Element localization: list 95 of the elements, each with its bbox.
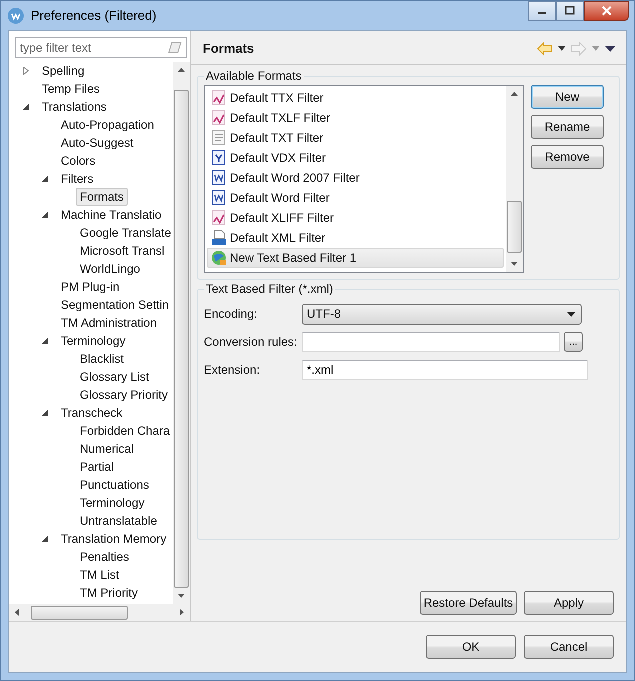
- apply-button[interactable]: Apply: [524, 591, 614, 615]
- tree-item[interactable]: TM Priority: [76, 584, 142, 602]
- tree-item[interactable]: Translations: [38, 98, 111, 116]
- tree-item[interactable]: Colors: [57, 152, 100, 170]
- input-field[interactable]: *.xml: [302, 360, 588, 380]
- caret-icon[interactable]: [558, 46, 566, 51]
- tree-item[interactable]: Punctuations: [76, 476, 154, 494]
- tree-item[interactable]: Penalties: [76, 548, 134, 566]
- list-item[interactable]: Default TTX Filter: [207, 88, 504, 108]
- minimize-button[interactable]: [528, 1, 556, 21]
- group-title: Available Formats: [205, 69, 303, 83]
- input-field[interactable]: [302, 332, 560, 352]
- tree-item[interactable]: Numerical: [76, 440, 138, 458]
- file-icon: [211, 190, 227, 206]
- group-title: Text Based Filter (*.xml): [205, 282, 334, 296]
- tree-item[interactable]: Glossary Priority: [76, 386, 172, 404]
- tree-item[interactable]: PM Plug-in: [57, 278, 124, 296]
- file-icon: [211, 170, 227, 186]
- button[interactable]: Remove: [531, 145, 604, 169]
- tree-item[interactable]: Auto-Propagation: [57, 116, 158, 134]
- tree-item[interactable]: Partial: [76, 458, 118, 476]
- tree-item[interactable]: Formats: [76, 188, 128, 206]
- scroll-thumb[interactable]: [507, 201, 522, 253]
- down-arrow-icon[interactable]: [178, 594, 185, 598]
- caret-icon: [567, 312, 576, 316]
- collapse-icon[interactable]: [22, 103, 30, 111]
- button[interactable]: New: [531, 85, 604, 109]
- close-button[interactable]: [584, 1, 629, 21]
- collapse-icon[interactable]: [41, 175, 49, 183]
- down-arrow-icon[interactable]: [511, 262, 518, 266]
- expand-icon[interactable]: [22, 67, 30, 75]
- button[interactable]: Rename: [531, 115, 604, 139]
- list-item[interactable]: New Text Based Filter 1: [207, 248, 504, 268]
- menu-icon[interactable]: [605, 46, 616, 52]
- tree-item[interactable]: Segmentation Settin: [57, 296, 173, 314]
- field-label: Extension:: [204, 363, 262, 377]
- list-item[interactable]: Default Word 2007 Filter: [207, 168, 504, 188]
- tree-item[interactable]: Filters: [57, 170, 98, 188]
- tree-item[interactable]: Blacklist: [76, 350, 128, 368]
- tree-item[interactable]: Auto-Suggest: [57, 134, 138, 152]
- tree-item[interactable]: Transcheck: [57, 404, 127, 422]
- tree-item[interactable]: Google Translate: [76, 224, 173, 242]
- app-icon: [7, 6, 25, 24]
- vertical-scrollbar[interactable]: [506, 86, 523, 272]
- tree-item[interactable]: TM List: [76, 566, 124, 584]
- scroll-thumb[interactable]: [31, 606, 128, 620]
- up-arrow-icon[interactable]: [178, 68, 185, 72]
- maximize-icon: [565, 6, 575, 16]
- filter-field[interactable]: type filter text: [15, 37, 187, 58]
- tree-item[interactable]: Terminology: [76, 494, 149, 512]
- collapse-icon[interactable]: [41, 409, 49, 417]
- list-item[interactable]: Default VDX Filter: [207, 148, 504, 168]
- tree-item[interactable]: Untranslatable: [76, 512, 162, 530]
- field-label: Conversion rules:: [204, 335, 298, 349]
- tree-item[interactable]: TM Administration: [57, 314, 162, 332]
- tree-item[interactable]: Forbidden Chara: [76, 422, 173, 440]
- tree-item[interactable]: WorldLingo: [76, 260, 144, 278]
- tree-item[interactable]: Temp Files: [38, 80, 104, 98]
- up-arrow-icon[interactable]: [511, 92, 518, 96]
- collapse-icon[interactable]: [41, 211, 49, 219]
- file-icon: [211, 90, 227, 106]
- file-icon: [211, 110, 227, 126]
- ok-button[interactable]: OK: [426, 635, 516, 659]
- left-arrow-icon[interactable]: [15, 609, 19, 616]
- tree-item[interactable]: Spelling: [38, 62, 89, 80]
- list-item[interactable]: Default XLIFF Filter: [207, 208, 504, 228]
- right-arrow-icon[interactable]: [180, 609, 184, 616]
- horizontal-scrollbar[interactable]: [9, 604, 190, 621]
- file-icon: [211, 130, 227, 146]
- tree-item[interactable]: Terminology: [57, 332, 130, 350]
- file-icon: [211, 150, 227, 166]
- file-icon: [211, 210, 227, 226]
- collapse-icon[interactable]: [41, 337, 49, 345]
- file-icon: [211, 230, 227, 246]
- list-item[interactable]: Default Word Filter: [207, 188, 504, 208]
- encoding-dropdown[interactable]: UTF-8: [302, 304, 582, 324]
- tree-item[interactable]: Machine Translatio: [57, 206, 166, 224]
- globe-icon: [211, 250, 227, 266]
- tree-item[interactable]: Glossary List: [76, 368, 154, 386]
- cancel-button[interactable]: Cancel: [524, 635, 614, 659]
- list-item[interactable]: Default TXLF Filter: [207, 108, 504, 128]
- collapse-icon[interactable]: [41, 535, 49, 543]
- list-item[interactable]: Default XML Filter: [207, 228, 504, 248]
- maximize-button[interactable]: [556, 1, 584, 21]
- list-item[interactable]: Default TXT Filter: [207, 128, 504, 148]
- restore-defaults-button[interactable]: Restore Defaults: [420, 591, 517, 615]
- tree-item[interactable]: Microsoft Transl: [76, 242, 169, 260]
- field-label: Encoding:: [204, 307, 258, 321]
- scroll-thumb[interactable]: [174, 90, 189, 588]
- window-title: Preferences (Filtered): [31, 8, 158, 23]
- browse-button[interactable]: ...: [564, 332, 583, 352]
- tree-item[interactable]: Translation Memory: [57, 530, 171, 548]
- close-icon: [600, 6, 612, 16]
- page-title: Formats: [203, 41, 256, 56]
- vertical-scrollbar[interactable]: [173, 62, 190, 604]
